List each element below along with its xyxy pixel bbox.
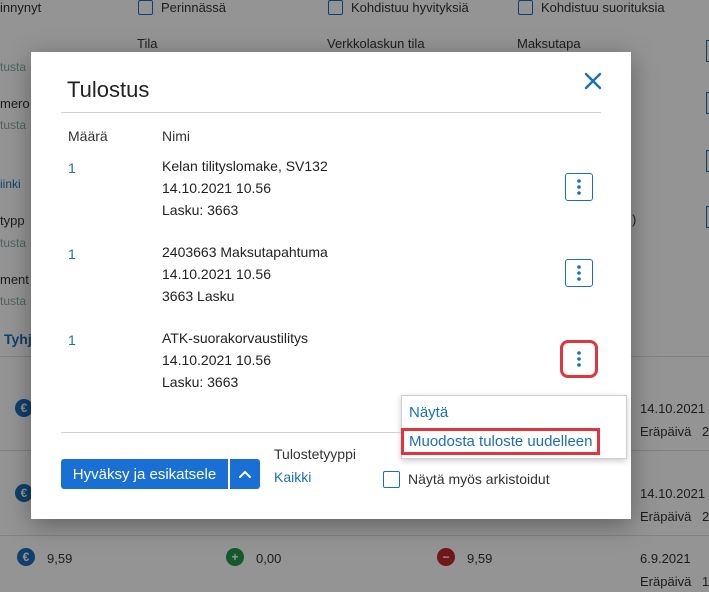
show-archived-label: Näytä myös arkistoidut — [408, 471, 550, 487]
close-icon — [584, 72, 602, 90]
kebab-icon — [577, 265, 581, 281]
item-timestamp: 14.10.2021 10.56 — [162, 266, 271, 282]
chevron-up-icon — [239, 470, 251, 478]
dialog-title: Tulostus — [67, 77, 150, 102]
item-reference: 3663 Lasku — [162, 288, 235, 304]
header-divider — [61, 112, 601, 113]
print-type-selector[interactable]: Kaikki — [274, 469, 311, 485]
menu-item-regenerate[interactable]: Muodosta tuloste uudelleen — [400, 428, 601, 455]
item-quantity: 1 — [68, 160, 76, 176]
item-quantity: 1 — [68, 332, 76, 348]
item-reference: Lasku: 3663 — [162, 374, 239, 390]
print-type-label: Tulostetyyppi — [274, 446, 356, 462]
close-button[interactable] — [583, 71, 603, 91]
item-timestamp: 14.10.2021 10.56 — [162, 352, 271, 368]
menu-item-show[interactable]: Näytä — [409, 404, 448, 421]
item-title: Kelan tilityslomake, SV132 — [162, 158, 328, 174]
item-actions-button[interactable] — [560, 340, 598, 378]
kebab-icon — [577, 351, 581, 367]
item-reference: Lasku: 3663 — [162, 202, 239, 218]
item-title: 2403663 Maksutapahtuma — [162, 244, 328, 260]
item-quantity: 1 — [68, 246, 76, 262]
item-timestamp: 14.10.2021 10.56 — [162, 180, 271, 196]
column-header-name: Nimi — [162, 128, 190, 144]
kebab-icon — [577, 179, 581, 195]
show-archived-checkbox[interactable] — [383, 471, 400, 488]
item-name: ATK-suorakorvaustilitys 14.10.2021 10.56… — [162, 327, 308, 393]
item-name: Kelan tilityslomake, SV132 14.10.2021 10… — [162, 155, 328, 221]
item-title: ATK-suorakorvaustilitys — [162, 330, 309, 346]
item-name: 2403663 Maksutapahtuma 14.10.2021 10.56 … — [162, 241, 328, 307]
item-actions-button[interactable] — [565, 259, 593, 287]
print-dialog: Tulostus Määrä Nimi 1 Kelan tilityslomak… — [31, 52, 631, 519]
item-actions-button[interactable] — [565, 173, 593, 201]
footer-divider — [61, 432, 401, 433]
split-menu-button[interactable] — [230, 459, 260, 489]
accept-and-preview-button[interactable]: Hyväksy ja esikatsele — [61, 459, 228, 489]
item-context-menu: Näytä Muodosta tuloste uudelleen — [400, 395, 627, 459]
column-header-quantity: Määrä — [68, 128, 108, 144]
